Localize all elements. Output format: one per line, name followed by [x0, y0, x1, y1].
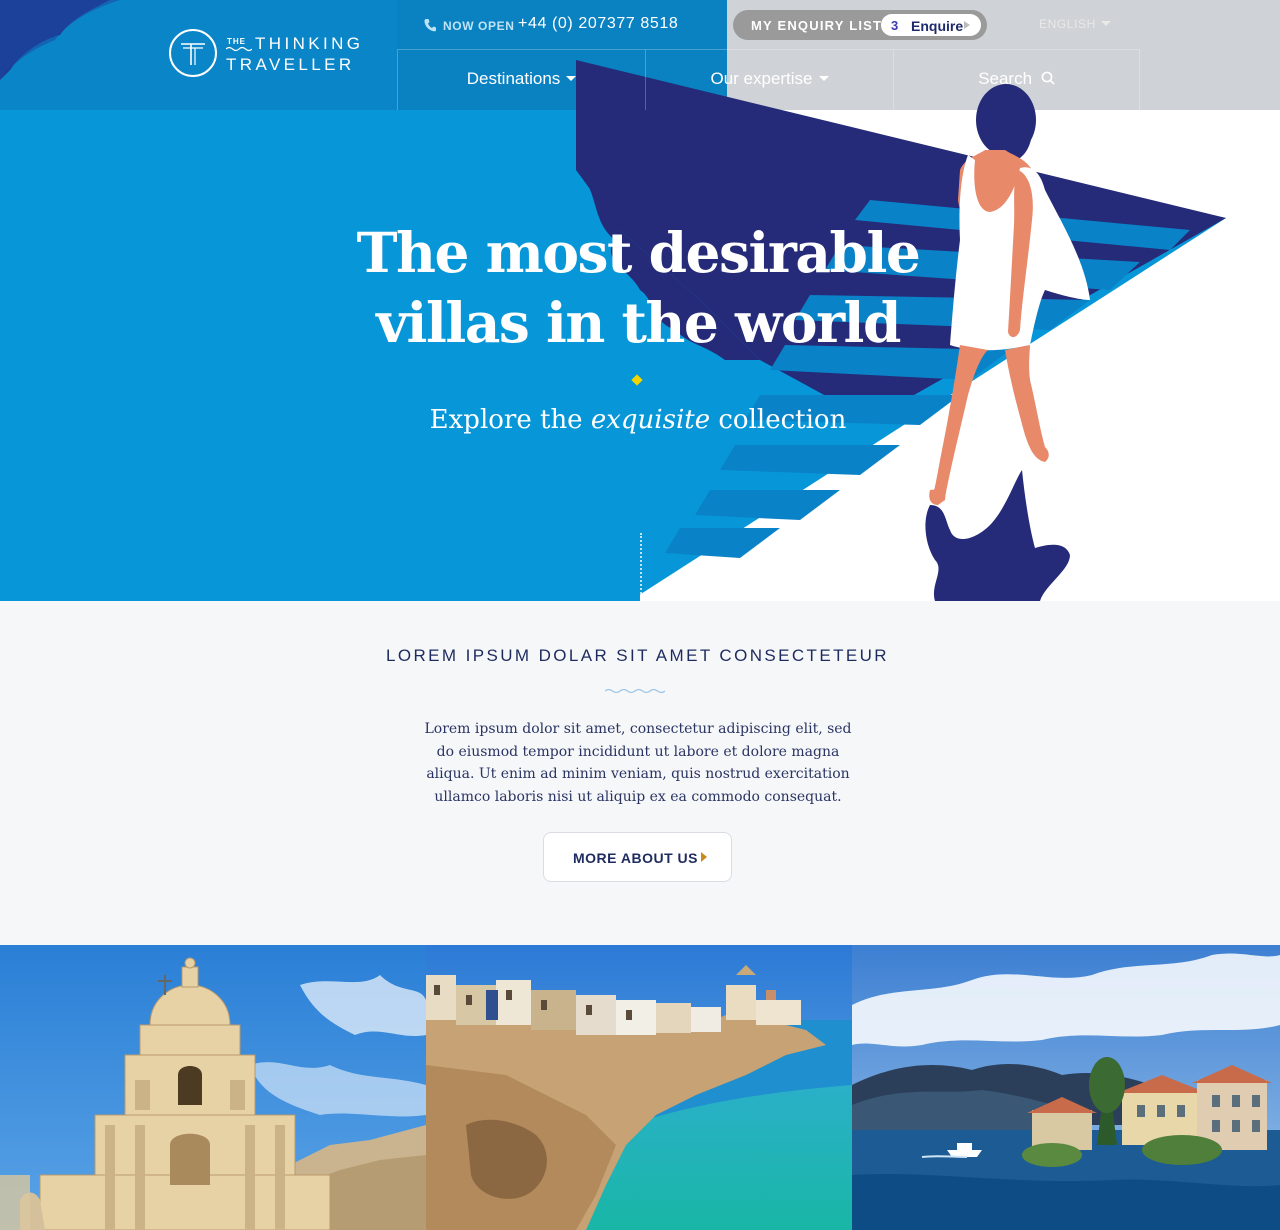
hero-title-line1: The most desirable: [356, 220, 921, 285]
hero-title-line2: villas in the world: [376, 290, 901, 355]
intro-section: LOREM IPSUM DOLAR SIT AMET CONSECTETEUR …: [0, 601, 1280, 945]
top-bar: NOW OPEN +44 (0) 207377 8518 MY ENQUIRY …: [397, 0, 1140, 50]
nav-search[interactable]: Search: [893, 50, 1140, 110]
destination-tile-coastal-town[interactable]: [426, 945, 852, 1230]
language-label: ENGLISH: [1039, 17, 1096, 31]
more-about-us-button[interactable]: MORE ABOUT US: [543, 832, 732, 882]
more-about-us-label: MORE ABOUT US: [573, 850, 698, 866]
hero-subtitle-after: collection: [710, 405, 847, 435]
hero-subtitle-before: Explore the: [429, 405, 591, 435]
coastal-town-photo: [426, 945, 852, 1230]
language-selector[interactable]: ENGLISH: [1039, 17, 1111, 31]
logo[interactable]: THE THINKING TRAVELLER: [0, 0, 397, 110]
arrow-right-icon: [701, 852, 707, 862]
logo-wordmark-line1: THINKING: [255, 34, 364, 53]
main-nav: Destinations Our expertise Search: [397, 50, 1140, 110]
phone-icon: [424, 19, 436, 32]
logo-waves-icon: [226, 46, 252, 52]
caret-down-icon: [566, 76, 577, 81]
nav-expertise-label: Our expertise: [710, 69, 813, 88]
enquire-pill[interactable]: 3 Enquire: [881, 14, 981, 36]
enquire-button[interactable]: Enquire: [911, 18, 963, 34]
logo-monogram-icon: [169, 29, 217, 77]
enquiry-list-button[interactable]: MY ENQUIRY LIST 3 Enquire: [733, 10, 987, 40]
destination-tile-bay-villa[interactable]: [852, 945, 1280, 1230]
now-open-label: NOW OPEN: [443, 19, 515, 33]
church-photo: [0, 945, 426, 1230]
destination-tiles: [0, 945, 1280, 1230]
hero-subtitle-emphasis: exquisite: [590, 405, 711, 435]
caret-down-icon: [1100, 21, 1111, 26]
nav-destinations-label: Destinations: [466, 69, 561, 88]
scroll-indicator: [640, 533, 642, 597]
bay-villa-photo: [852, 945, 1280, 1230]
phone-number-link[interactable]: +44 (0) 207377 8518: [518, 15, 678, 33]
arrow-right-icon: [964, 21, 970, 29]
enquiry-list-label: MY ENQUIRY LIST: [751, 18, 883, 33]
intro-body: Lorem ipsum dolor sit amet, consectetur …: [424, 721, 852, 805]
destination-tile-church[interactable]: [0, 945, 426, 1230]
search-icon: [1041, 71, 1055, 85]
nav-destinations[interactable]: Destinations: [397, 50, 645, 110]
enquiry-count-badge: 3: [891, 18, 899, 33]
logo-the: THE: [227, 37, 246, 46]
wave-divider-icon: [605, 688, 665, 694]
intro-heading: LOREM IPSUM DOLAR SIT AMET CONSECTETEUR: [386, 646, 889, 665]
nav-our-expertise[interactable]: Our expertise: [645, 50, 893, 110]
hero-subtitle: Explore the exquisite collection: [398, 405, 878, 435]
logo-wordmark-line2: TRAVELLER: [226, 55, 355, 74]
caret-down-icon: [818, 76, 829, 81]
hero-title: The most desirable villas in the world: [320, 218, 956, 358]
nav-search-label: Search: [978, 69, 1033, 88]
